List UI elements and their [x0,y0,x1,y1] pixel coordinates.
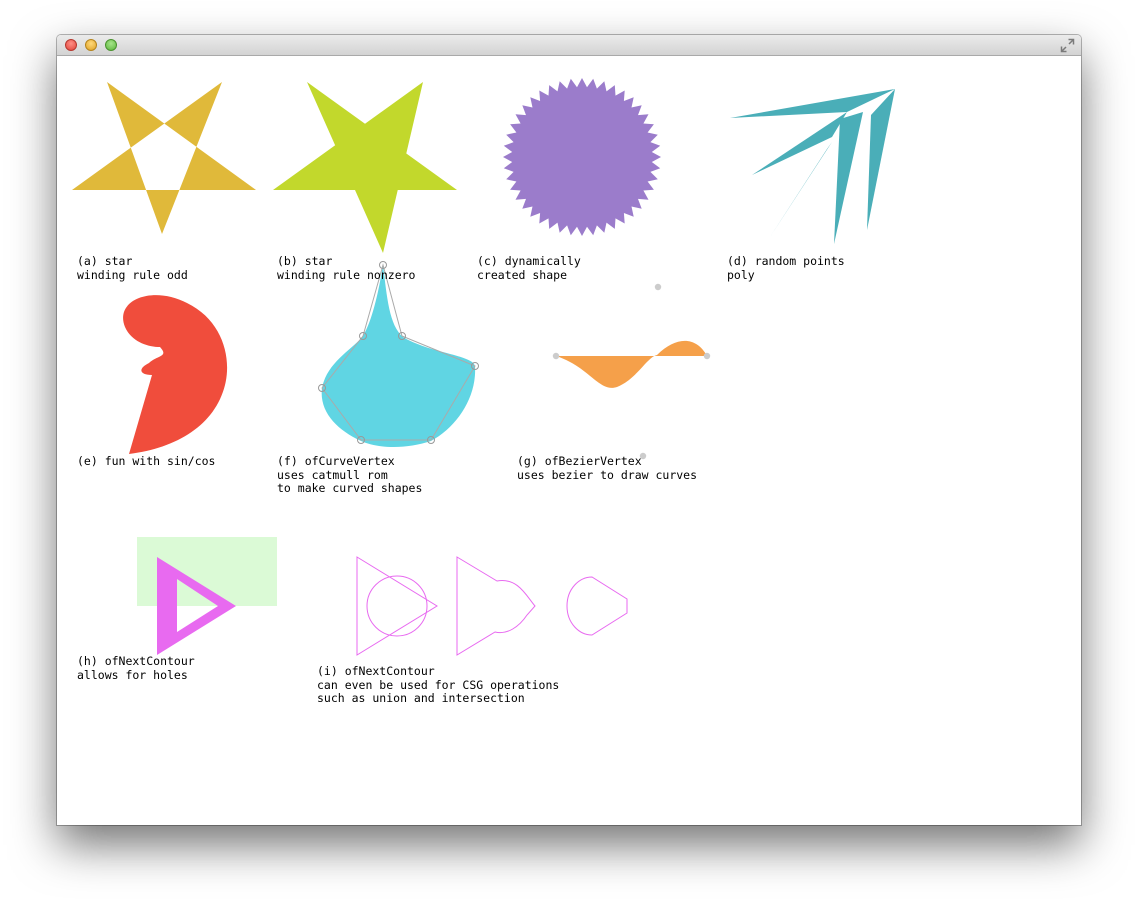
caption-f: (f) ofCurveVertex uses catmull rom to ma… [277,454,423,495]
bezier-vertex-group [552,283,711,460]
shapes-svg [72,78,895,656]
fullscreen-arrows-icon[interactable] [1060,38,1075,53]
close-button[interactable] [65,39,77,51]
caption-a: (a) star winding rule odd [77,254,188,282]
curve-shape [321,265,476,447]
caption-i: (i) ofNextContour can even be used for C… [317,664,560,705]
random-points-poly [730,89,895,244]
csg-outlines [356,556,628,656]
csg-triangle-circle [356,556,438,656]
caption-b: (b) star winding rule nonzero [277,254,416,282]
csg-union [456,556,536,656]
bezier-shape [556,340,707,388]
zoom-button[interactable] [105,39,117,51]
title-bar[interactable] [57,35,1081,56]
caption-d: (d) random points poly [727,254,845,282]
minimize-button[interactable] [85,39,97,51]
curve-vertex-group [318,261,479,447]
star-nonzero-shape [273,82,457,253]
caption-g: (g) ofBezierVertex uses bezier to draw c… [517,454,698,482]
app-window: (a) star winding rule odd (b) star windi… [57,35,1081,825]
caption-c: (c) dynamically created shape [477,254,581,282]
star-odd-shape [72,82,256,234]
csg-intersection [566,576,628,636]
sincos-shape [123,295,228,454]
dynamic-shape [503,78,661,236]
caption-h: (h) ofNextContour allows for holes [77,654,195,682]
caption-e: (e) fun with sin/cos [77,454,216,468]
csg-circle [366,575,428,637]
drawing-canvas: (a) star winding rule odd (b) star windi… [57,57,1081,825]
